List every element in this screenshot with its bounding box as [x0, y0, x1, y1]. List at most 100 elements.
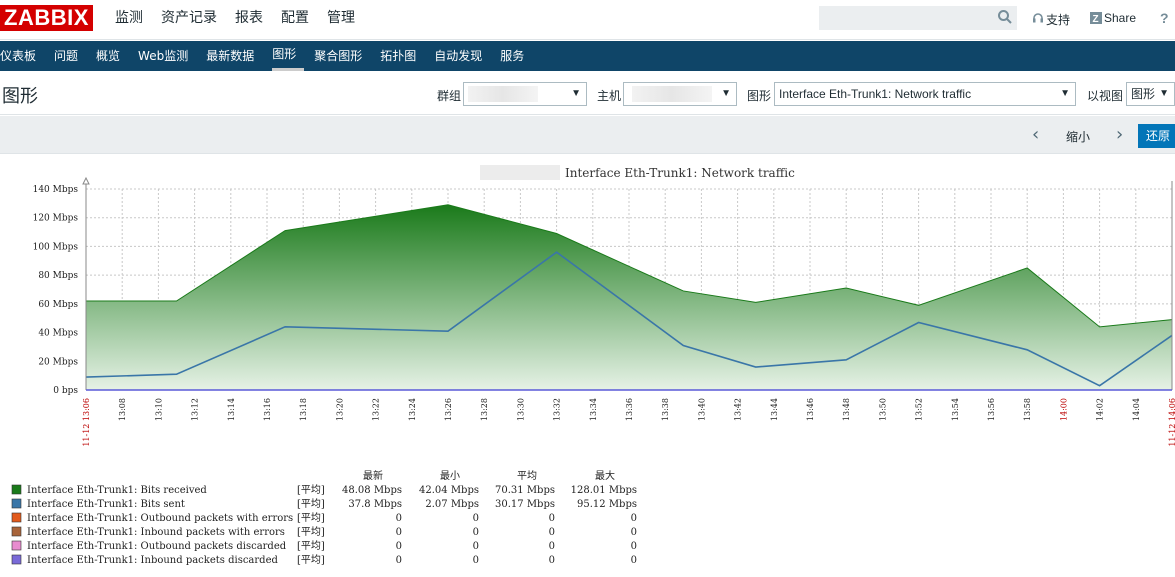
legend-name: Interface Eth-Trunk1: Bits received	[27, 485, 207, 496]
group-label: 群组	[437, 89, 462, 103]
legend-value: 30.17 Mbps	[495, 499, 555, 510]
x-tick-label: 13:56	[987, 398, 996, 421]
legend-func: [平均]	[297, 512, 325, 524]
legend-value: 95.12 Mbps	[577, 499, 637, 510]
sub-nav-maps[interactable]: 拓扑图	[380, 41, 424, 71]
sub-nav-discovery[interactable]: 自动发现	[434, 41, 490, 71]
x-tick-label: 13:30	[516, 398, 525, 421]
x-tick-label: 13:18	[299, 398, 308, 421]
chevron-right-icon[interactable]: ›	[1116, 124, 1123, 145]
legend-name: Interface Eth-Trunk1: Bits sent	[27, 499, 185, 510]
legend-value: 2.07 Mbps	[425, 499, 479, 510]
x-tick-label: 13:22	[372, 398, 381, 421]
legend-value: 0	[549, 541, 555, 552]
x-tick-label: 13:42	[734, 398, 743, 421]
share-icon: Z	[1090, 12, 1102, 24]
x-tick-label: 13:24	[408, 398, 417, 421]
legend-func: [平均]	[297, 498, 325, 510]
legend-value: 0	[631, 513, 637, 524]
legend-swatch	[11, 512, 22, 523]
y-tick-label: 20 Mbps	[38, 357, 78, 367]
y-tick-label: 100 Mbps	[33, 242, 79, 252]
legend-header: 最小	[440, 470, 460, 482]
legend-value: 0	[396, 541, 402, 552]
legend-value: 0	[396, 555, 402, 566]
main-nav-reports[interactable]: 报表	[226, 0, 272, 40]
legend-value: 0	[396, 527, 402, 538]
chevron-left-icon[interactable]: ‹	[1032, 124, 1039, 145]
legend-value: 0	[473, 555, 479, 566]
graph-select-value: Interface Eth-Trunk1: Network traffic	[779, 87, 972, 101]
legend-value: 0	[549, 513, 555, 524]
x-tick-label: 13:40	[697, 398, 706, 421]
chart-marks	[85, 204, 1173, 390]
redacted-host	[480, 165, 560, 180]
sub-nav-latest-data[interactable]: 最新数据	[206, 41, 262, 71]
graph-panel: Interface Eth-Trunk1: Network traffic 0 …	[0, 154, 1175, 573]
share-link[interactable]: Share	[1104, 11, 1136, 25]
chevron-down-icon: ▼	[1159, 88, 1169, 99]
group-select[interactable]: ▼	[463, 82, 587, 106]
reset-button[interactable]: 还原	[1138, 124, 1175, 148]
host-select[interactable]: ▼	[623, 82, 737, 106]
sub-nav-services[interactable]: 服务	[500, 41, 532, 71]
main-nav-inventory[interactable]: 资产记录	[152, 0, 226, 40]
x-tick-label: 14:02	[1096, 398, 1105, 421]
sub-nav-problems[interactable]: 问题	[54, 41, 86, 71]
legend-value: 70.31 Mbps	[495, 485, 555, 496]
zabbix-logo[interactable]: ZABBIX	[0, 5, 93, 31]
legend-value: 0	[631, 527, 637, 538]
graph-select[interactable]: Interface Eth-Trunk1: Network traffic ▼	[774, 82, 1076, 106]
legend-header: 最新	[363, 469, 383, 482]
zoom-out-button[interactable]: 缩小	[1066, 128, 1090, 145]
sub-nav-graphs[interactable]: 图形	[272, 41, 305, 71]
time-control-bar	[0, 116, 1175, 154]
y-tick-label: 140 Mbps	[33, 185, 79, 195]
legend-func: [平均]	[297, 540, 325, 552]
x-tick-label: 13:32	[553, 398, 562, 421]
headset-icon	[1033, 13, 1043, 23]
y-tick-label: 0 bps	[53, 386, 78, 396]
x-tick-label: 13:08	[118, 398, 127, 421]
x-tick-label: 14:04	[1132, 398, 1141, 421]
x-tick-label: 13:58	[1023, 398, 1032, 421]
main-nav-configuration[interactable]: 配置	[272, 0, 318, 40]
sub-nav-web[interactable]: Web监测	[138, 41, 196, 71]
legend-func: [平均]	[297, 554, 325, 566]
x-tick-label: 13:36	[625, 398, 634, 421]
legend-value: 0	[396, 513, 402, 524]
x-tick-label: 13:10	[154, 398, 163, 421]
x-tick-label: 13:54	[951, 398, 960, 421]
legend-func: [平均]	[297, 484, 325, 496]
main-nav: 监测 资产记录 报表 配置 管理	[106, 0, 364, 40]
redacted-value	[468, 86, 538, 102]
axis-arrow	[82, 176, 90, 185]
view-label: 以视图	[1087, 89, 1124, 103]
legend-value: 0	[631, 541, 637, 552]
x-tick-label: 13:20	[335, 398, 344, 421]
host-label: 主机	[597, 89, 622, 103]
help-icon[interactable]: ?	[1158, 10, 1170, 26]
legend-swatch	[11, 526, 22, 537]
legend-value: 0	[473, 527, 479, 538]
x-tick-label: 13:34	[589, 398, 598, 421]
chart-legend: 最新 最小 平均 最大 Interface Eth-Trunk1: Bits recei…	[11, 469, 637, 566]
main-nav-administration[interactable]: 管理	[318, 0, 364, 40]
legend-name: Interface Eth-Trunk1: Outbound packets w…	[27, 513, 293, 524]
view-select[interactable]: 图形 ▼	[1126, 82, 1175, 106]
redacted-value	[632, 86, 712, 102]
sub-nav-overview[interactable]: 概览	[96, 41, 128, 71]
x-tick-label: 13:44	[770, 398, 779, 421]
network-traffic-chart[interactable]: Interface Eth-Trunk1: Network traffic 0 …	[0, 154, 1175, 573]
x-tick-label: 13:52	[915, 398, 924, 421]
chevron-down-icon: ▼	[571, 88, 581, 99]
sub-nav-screens[interactable]: 聚合图形	[314, 41, 370, 71]
support-link[interactable]: 支持	[1046, 11, 1070, 28]
main-nav-monitoring[interactable]: 监测	[106, 0, 152, 40]
sub-nav-dashboard[interactable]: 仪表板	[0, 41, 44, 71]
series-bits-received-area	[86, 204, 1172, 390]
x-tick-label: 13:46	[806, 398, 815, 421]
search-input[interactable]	[819, 6, 1017, 30]
search-icon[interactable]	[997, 9, 1013, 25]
x-tick-label: 13:50	[878, 398, 887, 421]
